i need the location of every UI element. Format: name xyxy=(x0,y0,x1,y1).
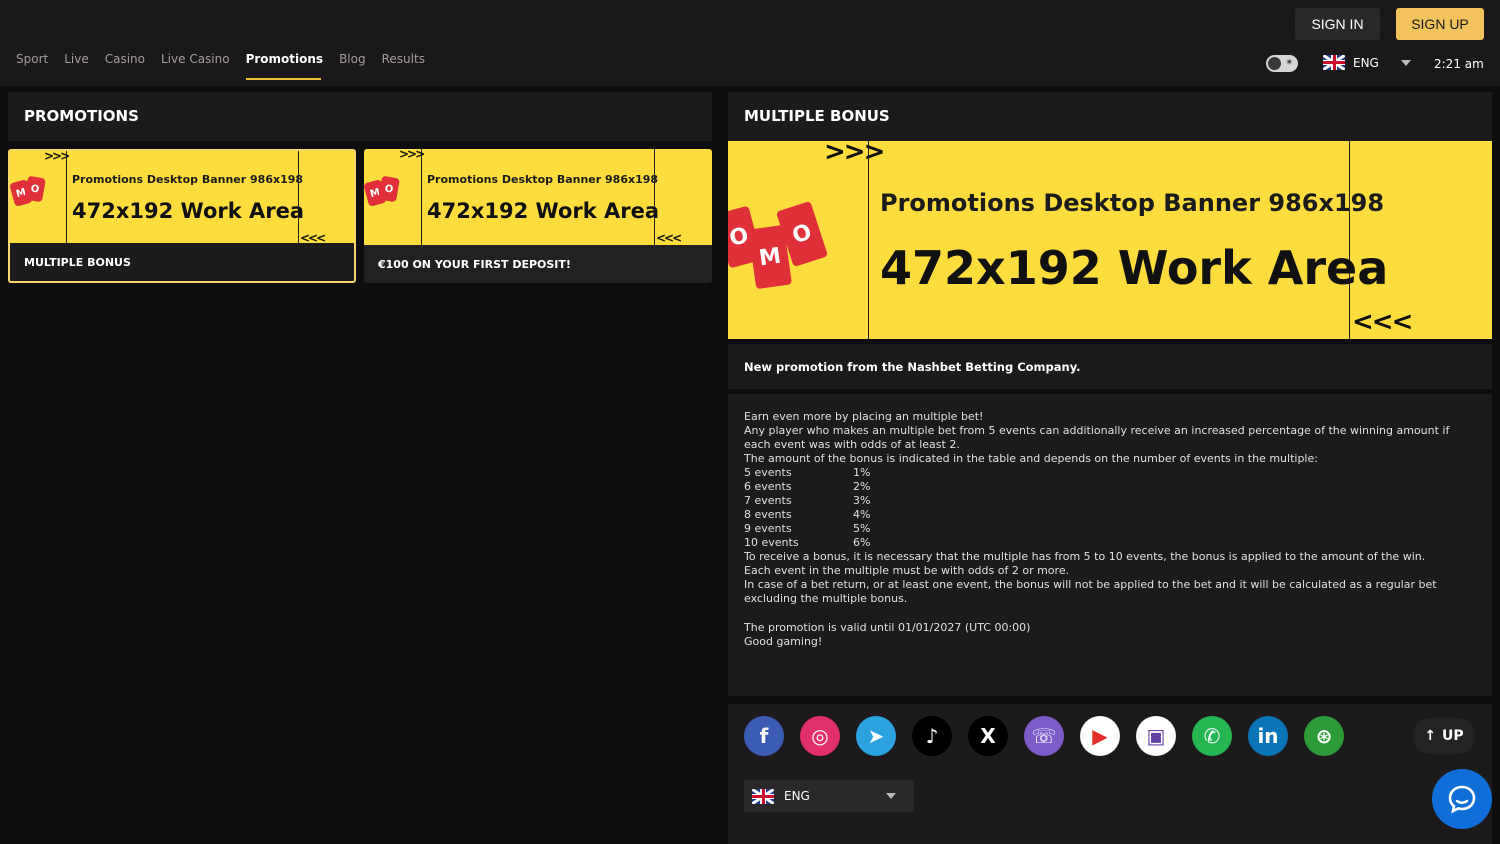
linkedin-icon[interactable]: in xyxy=(1248,716,1288,756)
twitch-icon[interactable]: ▣ xyxy=(1136,716,1176,756)
closing-line: Good gaming! xyxy=(744,635,823,648)
chat-bubble-icon xyxy=(1448,785,1476,814)
moon-icon xyxy=(1268,57,1281,70)
bonus-percent: 4% xyxy=(853,508,871,521)
nav-item-sport[interactable]: Sport xyxy=(16,52,48,80)
bonus-table-row: 7 events 3% xyxy=(744,494,1479,508)
description-line: The amount of the bonus is indicated in … xyxy=(744,452,1318,465)
nav-item-blog[interactable]: Blog xyxy=(339,52,366,80)
bonus-table-row: 6 events 2% xyxy=(744,480,1479,494)
sun-icon: ✷ xyxy=(1285,58,1293,68)
promo-banner-image: >>> <<< M O Promotions Desktop Banner 98… xyxy=(364,149,712,245)
nav-item-live-casino[interactable]: Live Casino xyxy=(161,52,230,80)
description-line: Any player who makes an multiple bet fro… xyxy=(744,424,1450,451)
promo-card-title: MULTIPLE BONUS xyxy=(24,256,131,269)
sign-in-button[interactable]: SIGN IN xyxy=(1295,8,1380,40)
footer-language-selector[interactable]: ENG xyxy=(744,780,914,812)
bonus-events: 9 events xyxy=(744,522,792,535)
nav-item-live[interactable]: Live xyxy=(64,52,89,80)
bonus-percent: 3% xyxy=(853,494,871,507)
theme-toggle[interactable]: ✷ xyxy=(1266,55,1298,72)
instagram-icon[interactable]: ◎ xyxy=(800,716,840,756)
telegram-icon[interactable]: ➤ xyxy=(856,716,896,756)
bonus-events: 6 events xyxy=(744,480,792,493)
bonus-events: 8 events xyxy=(744,508,792,521)
bonus-table-row: 8 events 4% xyxy=(744,508,1479,522)
sign-up-button[interactable]: SIGN UP xyxy=(1396,8,1484,40)
promo-card-title: €100 ON YOUR FIRST DEPOSIT! xyxy=(378,258,571,271)
clock: 2:21 am xyxy=(1434,57,1484,71)
promo-card[interactable]: >>> <<< M O Promotions Desktop Banner 98… xyxy=(8,149,356,283)
description-line: Earn even more by placing an multiple be… xyxy=(744,410,984,423)
language-selector[interactable]: ENG xyxy=(1323,55,1411,70)
whatsapp-icon[interactable]: ✆ xyxy=(1192,716,1232,756)
bonus-table-row: 10 events 6% xyxy=(744,536,1479,550)
bonus-table-row: 5 events 1% xyxy=(744,466,1479,480)
promo-card-caption: MULTIPLE BONUS xyxy=(10,243,354,281)
uk-flag-icon xyxy=(752,788,774,804)
bonus-percent: 2% xyxy=(853,480,871,493)
bonus-percent: 6% xyxy=(853,536,871,549)
nav-item-promotions[interactable]: Promotions xyxy=(245,52,323,80)
scroll-up-button[interactable]: ↑ UP xyxy=(1412,718,1476,754)
live-chat-button[interactable] xyxy=(1432,769,1492,829)
tiktok-icon[interactable]: ♪ xyxy=(912,716,952,756)
promo-card[interactable]: >>> <<< M O Promotions Desktop Banner 98… xyxy=(364,149,712,283)
youtube-icon[interactable]: ▶ xyxy=(1080,716,1120,756)
promotion-description: Earn even more by placing an multiple be… xyxy=(728,394,1492,696)
nav-item-results[interactable]: Results xyxy=(382,52,425,80)
validity-line: The promotion is valid until 01/01/2027 … xyxy=(744,621,1031,634)
bonus-events: 5 events xyxy=(744,466,792,479)
bonus-events: 7 events xyxy=(744,494,792,507)
bonus-table-row: 9 events 5% xyxy=(744,522,1479,536)
promotion-title: MULTIPLE BONUS xyxy=(744,107,890,125)
page-title: PROMOTIONS xyxy=(24,107,139,125)
scroll-up-label: UP xyxy=(1442,728,1464,744)
language-label: ENG xyxy=(1353,55,1379,70)
promotion-subtitle: New promotion from the Nashbet Betting C… xyxy=(744,360,1081,374)
chevron-down-icon xyxy=(1400,59,1411,66)
footer: f ◎ ➤ ♪ X ☏ ▶ ▣ ✆ in ⊛ ↑ UP ENG xyxy=(728,704,1492,844)
promotion-detail-header: MULTIPLE BONUS xyxy=(728,92,1492,141)
chevron-down-icon xyxy=(886,793,896,799)
uk-flag-icon xyxy=(1323,55,1345,70)
promotion-subtitle-box: New promotion from the Nashbet Betting C… xyxy=(728,344,1492,389)
promotions-header: PROMOTIONS xyxy=(8,92,712,141)
main-nav: Sport Live Casino Live Casino Promotions… xyxy=(16,52,441,80)
description-line: To receive a bonus, it is necessary that… xyxy=(744,550,1426,563)
top-header: Sport Live Casino Live Casino Promotions… xyxy=(0,0,1500,86)
facebook-icon[interactable]: f xyxy=(744,716,784,756)
nav-item-casino[interactable]: Casino xyxy=(105,52,145,80)
bonus-events: 10 events xyxy=(744,536,799,549)
bonus-percent: 5% xyxy=(853,522,871,535)
arrow-up-icon: ↑ xyxy=(1424,728,1437,744)
promo-banner-image: >>> <<< M O Promotions Desktop Banner 98… xyxy=(10,151,354,245)
promo-card-caption: €100 ON YOUR FIRST DEPOSIT! xyxy=(364,245,712,283)
footer-language-label: ENG xyxy=(784,789,810,803)
x-icon[interactable]: X xyxy=(968,716,1008,756)
promotion-hero-banner: >>> <<< O M O Promotions Desktop Banner … xyxy=(728,141,1492,339)
viber-icon[interactable]: ☏ xyxy=(1024,716,1064,756)
bonus-percent: 1% xyxy=(853,466,871,479)
responsible-gaming-icon[interactable]: ⊛ xyxy=(1304,716,1344,756)
description-line: In case of a bet return, or at least one… xyxy=(744,578,1437,605)
description-line: Each event in the multiple must be with … xyxy=(744,564,1070,577)
